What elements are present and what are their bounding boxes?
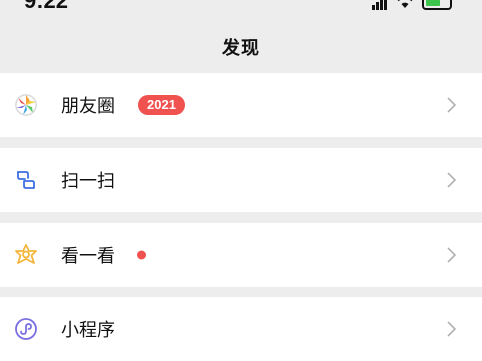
list-item-label: 看一看 [61,246,115,267]
top-stories-icon [15,244,37,264]
chevron-right-icon [447,247,457,263]
list-item-label: 扫一扫 [61,171,115,192]
status-bar: 9:22 [0,0,482,14]
status-time: 9:22 [24,0,69,13]
mini-program-icon [15,318,37,340]
status-icons [372,0,452,10]
chevron-right-icon [447,172,457,188]
list-item-mini-programs[interactable]: 小程序 [0,297,482,361]
list-item-top-stories[interactable]: 看一看 [0,223,482,287]
list-item-label: 朋友圈 [61,96,115,117]
page-title: 发现 [222,38,260,59]
battery-icon [422,0,452,10]
wifi-icon [397,0,413,8]
moments-aperture-icon [15,94,37,116]
chevron-right-icon [447,321,457,337]
chevron-right-icon [447,97,457,113]
list-item-moments[interactable]: 朋友圈 2021 [0,73,482,137]
new-indicator-dot [137,250,146,260]
list-item-scan[interactable]: 扫一扫 [0,148,482,212]
nav-bar: 发现 [0,24,482,70]
moments-badge: 2021 [138,95,185,115]
cellular-signal-icon [372,0,388,10]
list-item-label: 小程序 [61,320,115,341]
scan-icon [17,171,35,189]
